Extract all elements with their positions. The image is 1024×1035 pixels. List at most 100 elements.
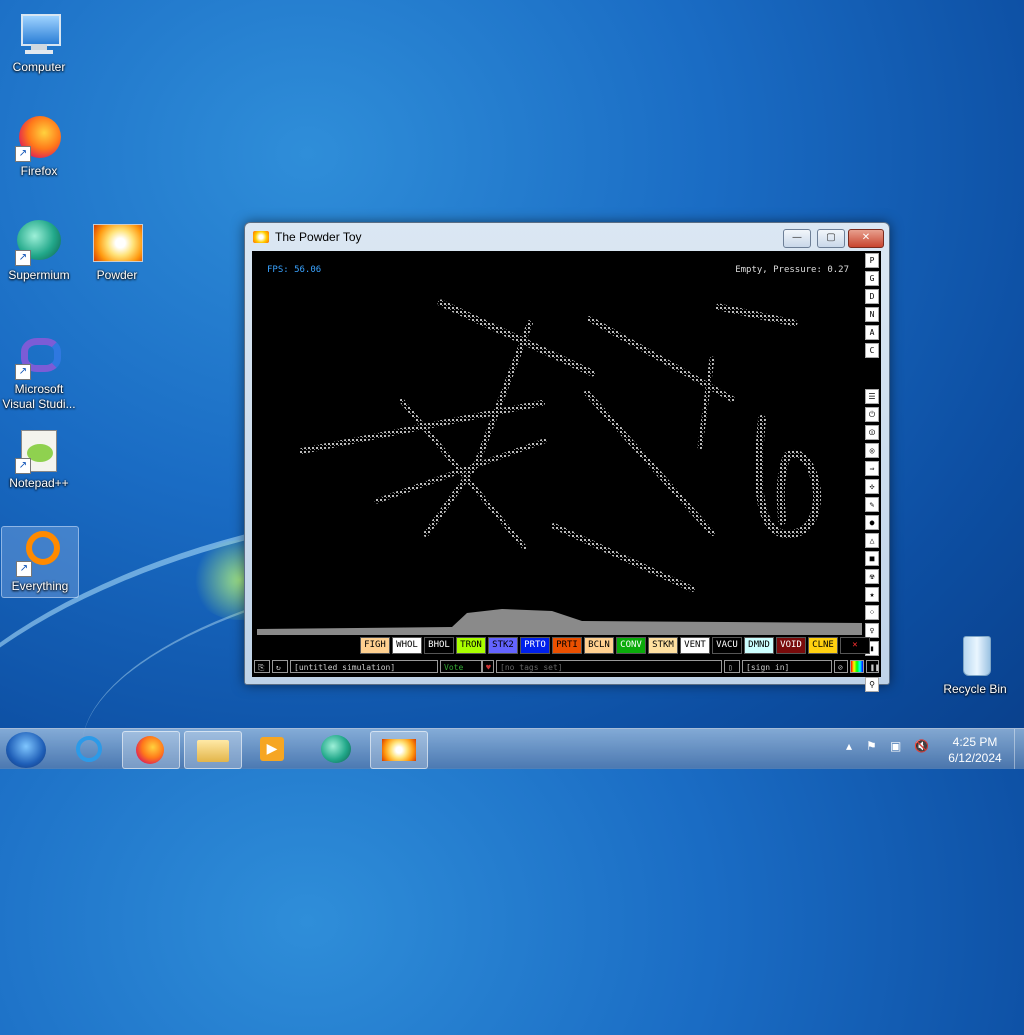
taskbar-media[interactable]: ▶ [246, 731, 302, 767]
search-icon[interactable]: ⚲ [865, 677, 879, 692]
gravity-mode-button[interactable]: G [865, 271, 879, 286]
open-icon[interactable]: ⎘ [254, 660, 270, 673]
taskbar-explorer[interactable] [184, 731, 242, 769]
desktop-icon-label: Computer [12, 60, 66, 74]
firefox-icon [136, 736, 164, 764]
powder-toy-window[interactable]: The Powder Toy — ▢ ✕ FPS: 56.06 Empty, P… [244, 222, 890, 692]
desktop-icon-powder[interactable]: Powder [79, 212, 155, 283]
element-button-vent[interactable]: VENT [680, 637, 710, 654]
radio-icon[interactable]: ◎ [865, 443, 879, 458]
taskbar-firefox[interactable] [122, 731, 180, 769]
start-button[interactable] [6, 732, 46, 768]
ambient-mode-button[interactable]: A [865, 325, 879, 340]
vote-down-button[interactable]: ♥ [482, 660, 494, 673]
element-button-stk2[interactable]: STK2 [488, 637, 518, 654]
power2-icon[interactable]: ⏼ [865, 425, 879, 440]
desktop-icon-label: Powder [96, 268, 138, 282]
simulation-area[interactable]: FPS: 56.06 Empty, Pressure: 0.27 P G D N… [252, 251, 881, 692]
desktop-icon-firefox[interactable]: ↗ Firefox [1, 108, 77, 179]
element-button-stkm[interactable]: STKM [648, 637, 678, 654]
square-icon[interactable]: ■ [865, 551, 879, 566]
brush-icon[interactable]: ✎ [865, 497, 879, 512]
window-titlebar[interactable]: The Powder Toy — ▢ ✕ [245, 223, 889, 251]
simulation-name[interactable]: [untitled simulation] [290, 660, 438, 673]
display-mode-bar: P G D N A C [865, 253, 879, 361]
supermium-icon: ↗ [15, 218, 63, 266]
pause-mode-button[interactable]: P [865, 253, 879, 268]
decoration-mode-button[interactable]: D [865, 289, 879, 304]
network-icon[interactable]: ▣ [890, 739, 901, 753]
newtonian-mode-button[interactable]: N [865, 307, 879, 322]
pressure-readout: Empty, Pressure: 0.27 [735, 265, 849, 275]
window-title: The Powder Toy [275, 230, 362, 244]
element-button-clne[interactable]: CLNE [808, 637, 838, 654]
desktop-icon-supermium[interactable]: ↗ Supermium [1, 212, 77, 283]
element-button-vacu[interactable]: VACU [712, 637, 742, 654]
vote-up-button[interactable]: Vote [440, 660, 482, 673]
console-mode-button[interactable]: C [865, 343, 879, 358]
element-button-figh[interactable]: FIGH [360, 637, 390, 654]
desktop-icon-label: Supermium [8, 268, 70, 282]
visual-studio-icon: ↗ [15, 332, 63, 380]
desktop-icon-everything[interactable]: ↗ Everything [1, 526, 79, 598]
desktop-icon-recycle-bin[interactable]: Recycle Bin [937, 626, 1013, 697]
sign-in-button[interactable]: [sign in] [742, 660, 832, 673]
show-hidden-icons[interactable]: ▴ [846, 739, 852, 753]
taskbar-supermium[interactable] [308, 731, 364, 767]
element-button-dmnd[interactable]: DMND [744, 637, 774, 654]
new-icon[interactable]: ▯ [724, 660, 740, 673]
recycle-bin-icon [951, 632, 999, 680]
menu-icon[interactable]: ☰ [865, 389, 879, 404]
volume-muted-icon[interactable]: 🔇 [914, 739, 929, 753]
bulb-icon[interactable]: ♀ [865, 623, 879, 638]
ie-icon [76, 736, 102, 762]
flag-icon[interactable]: ⚑ [866, 739, 877, 753]
desktop-icon-label: Microsoft Visual Studi... [2, 382, 76, 411]
element-button-prti[interactable]: PRTI [552, 637, 582, 654]
settings-icon[interactable]: ⊘ [834, 660, 848, 673]
clock-date: 6/12/2024 [948, 751, 1002, 765]
powder-icon [93, 218, 143, 266]
renderer-icon[interactable] [850, 660, 864, 673]
drop-icon[interactable]: ● [865, 515, 879, 530]
element-button-bhol[interactable]: BHOL [424, 637, 454, 654]
desktop-icon-visual-studio[interactable]: ↗ Microsoft Visual Studi... [1, 326, 77, 412]
desktop-icon-computer[interactable]: Computer [1, 4, 77, 75]
tags-field[interactable]: [no tags set] [496, 660, 722, 673]
powder-icon [382, 739, 416, 761]
desktop-icon-notepadpp[interactable]: ↗ Notepad++ [1, 420, 77, 491]
pause-icon[interactable]: ❚❚ [866, 660, 880, 673]
everything-icon: ↗ [16, 529, 64, 577]
taskbar-ie[interactable] [62, 731, 118, 767]
taskbar: ▶ ▴ ⚑ ▣ 🔇 4:25 PM 6/12/2024 [0, 728, 1024, 769]
maximize-button[interactable]: ▢ [817, 229, 845, 248]
element-button-tron[interactable]: TRON [456, 637, 486, 654]
powder-app-icon [253, 231, 269, 243]
dots-icon[interactable]: ⁘ [865, 605, 879, 620]
element-button-whol[interactable]: WHOL [392, 637, 422, 654]
reload-icon[interactable]: ↻ [272, 660, 288, 673]
minimize-button[interactable]: — [783, 229, 811, 248]
radiation-icon[interactable]: ☢ [865, 569, 879, 584]
shortcut-arrow-icon: ↗ [15, 458, 31, 474]
taskbar-powder[interactable] [370, 731, 428, 769]
media-player-icon: ▶ [260, 737, 284, 761]
shortcut-arrow-icon: ↗ [15, 146, 31, 162]
show-desktop-button[interactable] [1014, 729, 1024, 769]
folder-icon [197, 740, 229, 762]
element-button-conv[interactable]: CONV [616, 637, 646, 654]
power-icon[interactable]: ⏻ [865, 407, 879, 422]
close-button[interactable]: ✕ [848, 229, 884, 248]
element-button-bcln[interactable]: BCLN [584, 637, 614, 654]
simulation-canvas[interactable] [252, 251, 881, 677]
tool-icon[interactable]: ✣ [865, 479, 879, 494]
star-icon[interactable]: ★ [865, 587, 879, 602]
clear-element-button[interactable]: ✕ [840, 637, 870, 654]
element-button-prto[interactable]: PRTO [520, 637, 550, 654]
element-button-void[interactable]: VOID [776, 637, 806, 654]
desktop-icon-label: Notepad++ [9, 476, 69, 490]
flask-icon[interactable]: △ [865, 533, 879, 548]
system-clock[interactable]: 4:25 PM 6/12/2024 [940, 734, 1010, 766]
computer-icon [15, 10, 63, 58]
arrow-icon[interactable]: ⇒ [865, 461, 879, 476]
